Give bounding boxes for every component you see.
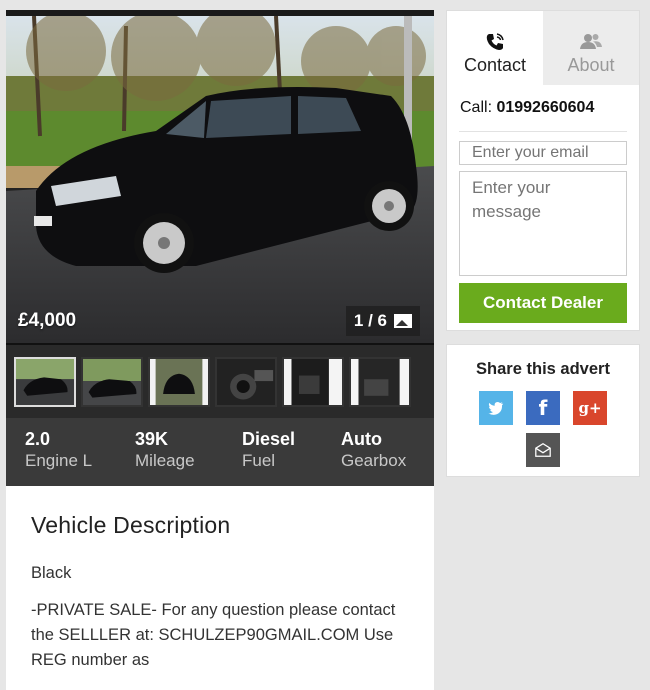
spec-value: Auto <box>341 429 382 449</box>
photo-counter-text: 1 / 6 <box>353 311 387 330</box>
share-row: f g+ <box>447 391 639 425</box>
tab-about[interactable]: About <box>543 11 639 85</box>
google-plus-share-button[interactable]: g+ <box>573 391 607 425</box>
thumbnail-4[interactable] <box>215 357 277 407</box>
email-icon <box>535 442 551 457</box>
share-row <box>447 433 639 467</box>
spec-gearbox: Auto Gearbox <box>341 428 431 486</box>
vehicle-description: Vehicle Description Black -PRIVATE SALE-… <box>6 486 434 673</box>
spec-mileage: 39K Mileage <box>135 428 242 486</box>
thumbnail-3[interactable] <box>148 357 210 407</box>
contact-dealer-button[interactable]: Contact Dealer <box>459 283 627 323</box>
spec-value: 2.0 <box>25 429 51 449</box>
contact-tabs: Contact About <box>447 11 639 85</box>
thumbnail-6[interactable] <box>349 357 411 407</box>
spec-label: Gearbox <box>341 451 407 470</box>
twitter-share-button[interactable] <box>479 391 513 425</box>
message-field[interactable] <box>459 171 627 276</box>
thumbnail-1[interactable] <box>14 357 76 407</box>
listing-column: £4,000 1 / 6 2.0 Engine L 39K Mileage Di… <box>6 10 434 690</box>
google-plus-icon: g+ <box>578 399 602 417</box>
facebook-icon: f <box>538 396 548 420</box>
image-icon <box>394 314 412 328</box>
spec-value: 39K <box>135 429 169 449</box>
share-title: Share this advert <box>476 360 610 378</box>
phone-number[interactable]: 01992660604 <box>496 99 594 116</box>
email-field[interactable] <box>459 141 627 165</box>
thumbnail-2[interactable] <box>81 357 143 407</box>
car-photo <box>6 16 434 343</box>
contact-panel: Contact About Call: 01992660604 Contact … <box>446 10 640 331</box>
spec-label: Mileage <box>135 451 195 470</box>
call-line: Call: 01992660604 <box>447 85 639 131</box>
spec-fuel: Diesel Fuel <box>242 428 341 486</box>
phone-icon <box>486 33 504 50</box>
description-title: Vehicle Description <box>31 512 231 538</box>
tab-about-label: About <box>567 55 615 75</box>
tab-contact-label: Contact <box>463 55 527 75</box>
description-body: -PRIVATE SALE- For any question please c… <box>31 601 396 669</box>
share-panel: Share this advert f g+ <box>446 344 640 477</box>
spec-label: Fuel <box>242 451 276 470</box>
spec-engine: 2.0 Engine L <box>25 428 135 486</box>
email-share-button[interactable] <box>526 433 560 467</box>
spec-bar: 2.0 Engine L 39K Mileage Diesel Fuel Aut… <box>6 418 434 486</box>
divider <box>459 131 627 132</box>
thumbnail-5[interactable] <box>282 357 344 407</box>
thumbnail-strip <box>6 343 434 418</box>
twitter-icon <box>488 401 504 415</box>
call-prefix: Call: <box>460 99 497 116</box>
tab-contact[interactable]: Contact <box>447 11 543 85</box>
spec-value: Diesel <box>242 429 296 449</box>
facebook-share-button[interactable]: f <box>526 391 560 425</box>
price-tag: £4,000 <box>18 310 77 331</box>
spec-label: Engine L <box>25 451 93 470</box>
main-photo[interactable]: £4,000 1 / 6 <box>6 10 434 343</box>
users-icon <box>580 34 602 49</box>
description-color: Black <box>31 564 72 582</box>
photo-counter[interactable]: 1 / 6 <box>345 306 420 336</box>
